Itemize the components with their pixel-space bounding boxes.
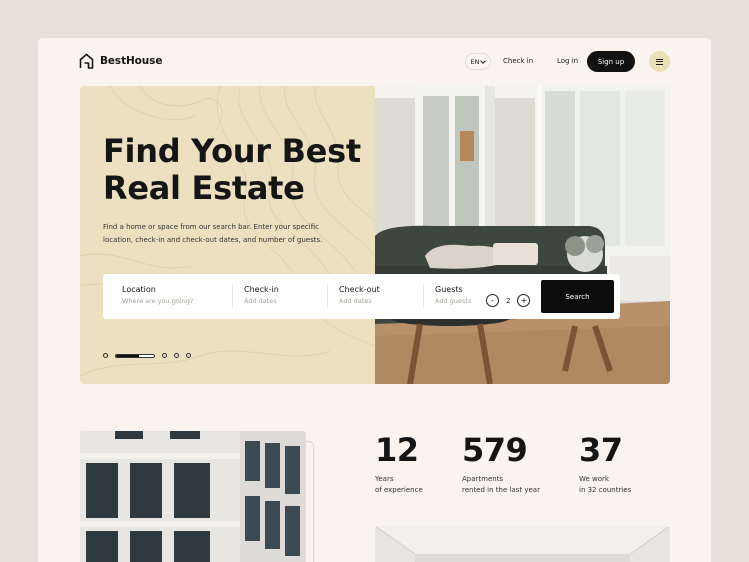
guests-label: Guests — [435, 285, 463, 294]
stat-years: 12 Years of experience — [375, 431, 423, 496]
login-link[interactable]: Log in — [557, 57, 578, 65]
location-field[interactable]: Location Where are you going? — [122, 285, 193, 305]
checkin-label: Check-in — [244, 285, 279, 294]
increment-button[interactable]: + — [517, 294, 531, 307]
stat-label-line2: in 32 countries — [579, 486, 632, 494]
slider-dot[interactable] — [103, 353, 108, 358]
checkin-placeholder: Add dates — [244, 297, 277, 305]
signup-button[interactable]: Sign up — [587, 51, 635, 72]
hero-title-line1: Find Your Best — [103, 132, 361, 170]
hero-title: Find Your Best Real Estate — [103, 133, 373, 207]
stat-label: Apartments rented in the last year — [462, 474, 540, 496]
building-illustration — [80, 431, 306, 562]
field-divider — [423, 284, 424, 309]
language-selector[interactable]: EN — [465, 53, 491, 70]
slider-dot[interactable] — [186, 353, 191, 358]
hero-title-line2: Real Estate — [103, 169, 305, 207]
interior-image — [375, 526, 670, 562]
slider-dot[interactable] — [162, 353, 167, 358]
hero-description: Find a home or space from our search bar… — [103, 223, 323, 244]
hero-living-room-image — [375, 86, 670, 384]
slider-progress-fill — [116, 354, 139, 357]
stat-number: 37 — [579, 431, 623, 469]
checkout-label: Check-out — [339, 285, 380, 294]
slider-progress[interactable] — [115, 353, 155, 358]
check-in-link[interactable]: Check in — [503, 57, 533, 65]
guests-placeholder: Add guests — [435, 297, 472, 305]
language-label: EN — [470, 57, 480, 66]
search-button[interactable]: Search — [541, 280, 614, 313]
decrement-button[interactable]: - — [486, 294, 499, 307]
interior-illustration — [375, 526, 670, 562]
stat-label-line1: Apartments — [462, 475, 504, 483]
stat-label: We work in 32 countries — [579, 474, 631, 496]
hamburger-icon[interactable] — [649, 51, 670, 72]
chevron-down-icon — [480, 57, 487, 64]
building-image — [80, 431, 306, 562]
decorative-outline — [306, 441, 314, 562]
field-divider — [327, 284, 328, 309]
stat-apartments: 579 Apartments rented in the last year — [462, 431, 540, 496]
hero-text-panel: Find Your Best Real Estate Find a home o… — [80, 86, 375, 384]
living-room-illustration — [375, 86, 670, 384]
stat-number: 12 — [375, 431, 419, 469]
field-divider — [232, 284, 233, 309]
checkout-field[interactable]: Check-out Add dates — [339, 285, 380, 305]
checkin-field[interactable]: Check-in Add dates — [244, 285, 279, 305]
stat-label-line2: of experience — [375, 486, 423, 494]
stat-label: Years of experience — [375, 474, 423, 496]
hero-section: Find Your Best Real Estate Find a home o… — [80, 86, 670, 384]
guests-count: 2 — [506, 296, 511, 305]
checkout-placeholder: Add dates — [339, 297, 372, 305]
guests-stepper: - 2 + — [486, 294, 531, 307]
brand-logo[interactable]: BestHouse — [79, 53, 162, 69]
page-frame: BestHouse EN Check in Log in Sign up Fin… — [38, 38, 711, 562]
guests-field[interactable]: Guests Add guests — [435, 285, 471, 305]
slider-dot[interactable] — [174, 353, 179, 358]
brand-name: BestHouse — [100, 55, 163, 67]
stat-label-line2: rented in the last year — [462, 486, 540, 494]
location-label: Location — [122, 285, 156, 294]
stat-label-line1: We work — [579, 475, 609, 483]
location-placeholder: Where are you going? — [122, 297, 194, 305]
search-bar: Location Where are you going? Check-in A… — [103, 274, 620, 319]
stat-number: 579 — [462, 431, 528, 469]
slider-dots — [103, 353, 191, 358]
stat-label-line1: Years — [375, 475, 394, 483]
house-icon — [79, 53, 94, 69]
stat-countries: 37 We work in 32 countries — [579, 431, 631, 496]
